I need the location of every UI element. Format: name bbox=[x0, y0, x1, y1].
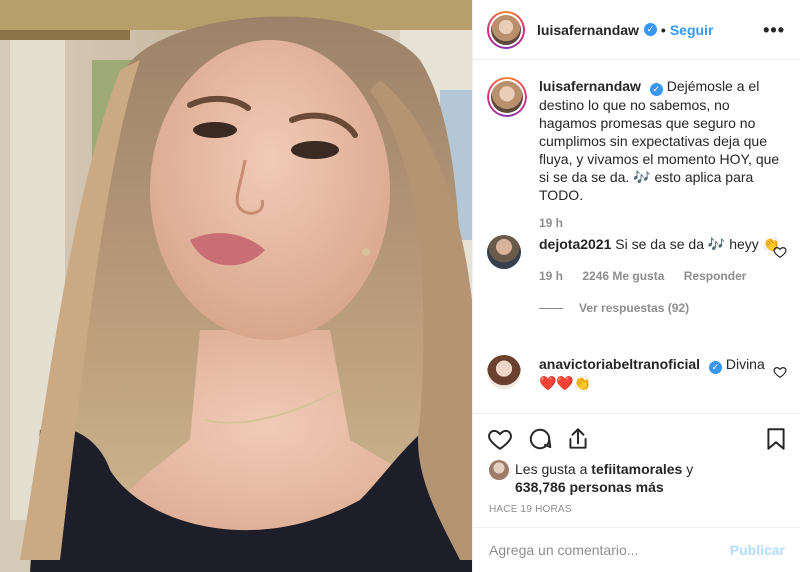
liker-username[interactable]: tefiitamorales bbox=[591, 461, 682, 477]
post-detail-panel: luisafernandaw ✓ • Seguir ••• luisaferna… bbox=[472, 0, 800, 572]
author-avatar[interactable] bbox=[487, 10, 525, 49]
post-photo[interactable] bbox=[0, 0, 472, 572]
author-username[interactable]: luisafernandaw bbox=[537, 22, 639, 38]
post-header: luisafernandaw ✓ • Seguir ••• bbox=[473, 0, 800, 60]
comment-icon[interactable] bbox=[527, 426, 553, 452]
add-comment-bar: Publicar bbox=[473, 527, 800, 572]
caption-text: Dejémosle a el destino lo que no sabemos… bbox=[539, 78, 780, 203]
caption-body: luisafernandaw ✓ Dejémosle a el destino … bbox=[539, 77, 781, 232]
comment-input[interactable] bbox=[489, 542, 730, 558]
comment-time[interactable]: 19 h bbox=[539, 269, 563, 283]
selfie-image bbox=[0, 0, 472, 572]
likes-prefix: Les gusta a bbox=[515, 461, 592, 477]
commenter-avatar[interactable] bbox=[487, 235, 521, 269]
heart-icon[interactable] bbox=[487, 426, 513, 452]
reply-button[interactable]: Responder bbox=[684, 269, 747, 283]
share-icon[interactable] bbox=[565, 426, 591, 452]
liker-avatar[interactable] bbox=[489, 460, 509, 480]
likes-middle: y bbox=[682, 461, 694, 477]
separator-dot: • bbox=[660, 21, 666, 38]
replies-line bbox=[539, 307, 563, 309]
comment-meta: 19 h 2246 Me gusta Responder bbox=[539, 267, 781, 285]
likes-count[interactable]: 638,786 personas más bbox=[515, 479, 664, 495]
comment-body: dejota2021 Si se da se da 🎶 heyy 👏 19 h … bbox=[539, 235, 781, 317]
comments-section[interactable]: luisafernandaw ✓ Dejémosle a el destino … bbox=[473, 61, 800, 413]
likes-text: Les gusta a tefiitamorales y 638,786 per… bbox=[515, 460, 693, 496]
comment-username[interactable]: anavictoriabeltranoficial bbox=[539, 356, 700, 372]
comment-likes[interactable]: 2246 Me gusta bbox=[582, 269, 664, 283]
instagram-post-view: luisafernandaw ✓ • Seguir ••• luisaferna… bbox=[0, 0, 800, 572]
comment-like-icon[interactable] bbox=[773, 245, 787, 259]
comment-text: Si se da se da 🎶 heyy 👏 bbox=[615, 236, 781, 252]
view-replies[interactable]: Ver respuestas (92) bbox=[539, 299, 781, 317]
commenter-avatar[interactable] bbox=[487, 355, 521, 389]
view-replies-label[interactable]: Ver respuestas (92) bbox=[579, 299, 689, 317]
publish-button[interactable]: Publicar bbox=[730, 542, 785, 558]
comment-body: anavictoriabeltranoficial ✓ Divina ❤️❤️👏 bbox=[539, 355, 781, 392]
more-options-icon[interactable]: ••• bbox=[763, 20, 785, 41]
comment-item: anavictoriabeltranoficial ✓ Divina ❤️❤️👏 bbox=[487, 355, 787, 413]
caption-author-avatar[interactable] bbox=[487, 77, 527, 117]
follow-button[interactable]: Seguir bbox=[670, 22, 714, 38]
bookmark-icon[interactable] bbox=[763, 426, 789, 452]
comment-item: dejota2021 Si se da se da 🎶 heyy 👏 19 h … bbox=[487, 235, 787, 335]
verified-badge-icon: ✓ bbox=[649, 82, 663, 96]
caption-meta: 19 h bbox=[539, 214, 781, 232]
post-timestamp[interactable]: HACE 19 HORAS bbox=[489, 504, 572, 515]
comment-username[interactable]: dejota2021 bbox=[539, 236, 611, 252]
avatar-image bbox=[491, 14, 521, 45]
post-actions: Les gusta a tefiitamorales y 638,786 per… bbox=[473, 413, 800, 527]
caption-username[interactable]: luisafernandaw bbox=[539, 78, 641, 94]
caption-block: luisafernandaw ✓ Dejémosle a el destino … bbox=[487, 77, 787, 247]
likes-summary: Les gusta a tefiitamorales y 638,786 per… bbox=[489, 460, 693, 496]
avatar-frame bbox=[489, 12, 523, 47]
verified-badge-icon: ✓ bbox=[643, 23, 657, 36]
comment-like-icon[interactable] bbox=[773, 365, 787, 379]
verified-badge-icon: ✓ bbox=[708, 360, 722, 374]
caption-time[interactable]: 19 h bbox=[539, 216, 563, 230]
